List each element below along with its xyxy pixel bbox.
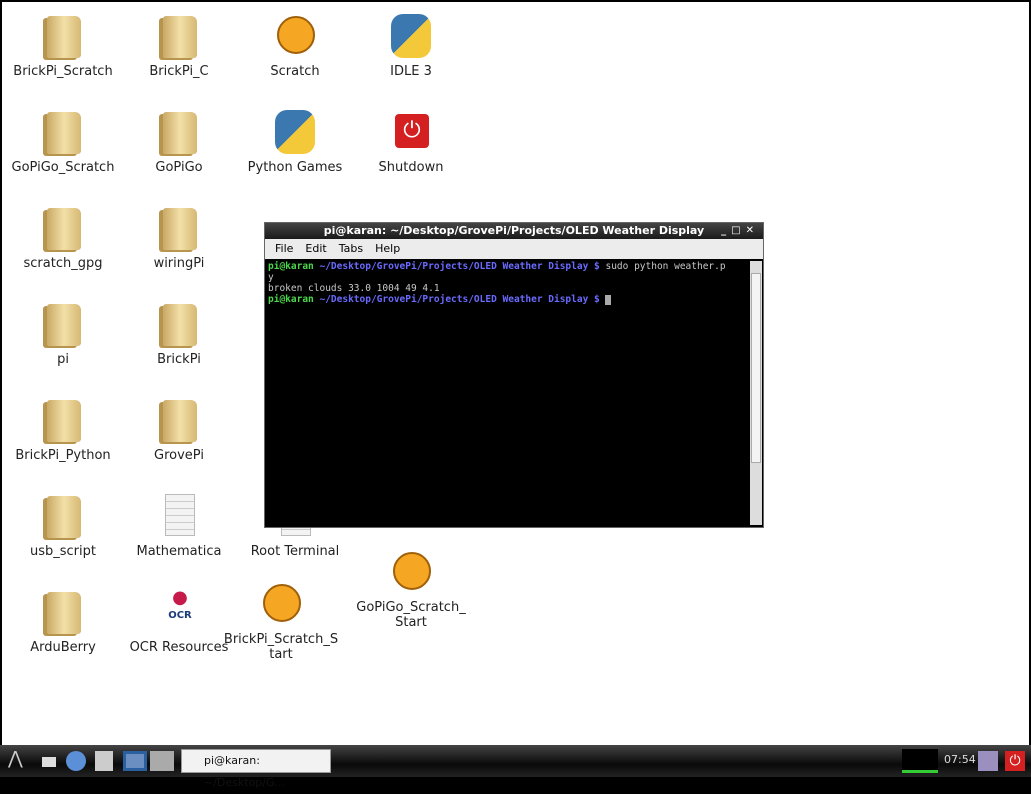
scratch-cat-icon	[393, 552, 431, 590]
folder-icon	[163, 304, 197, 346]
icon-label: Python Games	[247, 160, 343, 175]
desktop-icon[interactable]: BrickPi_C	[121, 12, 237, 79]
desktop-icon[interactable]: scratch_gpg	[5, 204, 121, 271]
icon-label: wiringPi	[153, 256, 205, 271]
menu-launcher-icon[interactable]: ⋀	[8, 748, 34, 769]
desktop-icon[interactable]: pi	[5, 300, 121, 367]
window-switch-icon[interactable]	[95, 751, 113, 771]
icon-label: GoPiGo_Scratch	[11, 160, 115, 175]
icon-label: BrickPi_Python	[15, 448, 111, 463]
icon-label: IDLE 3	[390, 64, 432, 79]
desktop-icon[interactable]: GrovePi	[121, 396, 237, 463]
scrollbar[interactable]	[750, 261, 762, 525]
terminal-output[interactable]: pi@karan ~/Desktop/GrovePi/Projects/OLED…	[267, 261, 749, 525]
lock-screen-icon[interactable]	[978, 751, 998, 771]
desktop-icon[interactable]: ● OCR OCR Resources	[121, 588, 237, 656]
folder-icon	[47, 400, 81, 442]
desktop-icon[interactable]: Scratch	[237, 12, 353, 79]
python-icon	[275, 110, 315, 154]
folder-icon	[163, 400, 197, 442]
icon-label: pi	[57, 352, 69, 367]
icon-label: GoPiGo	[155, 160, 203, 175]
folder-icon	[47, 112, 81, 154]
icon-label: BrickPi_Scratch_Start	[223, 632, 339, 662]
desktop-icon[interactable]: BrickPi_Python	[5, 396, 121, 463]
menu-bar: File Edit Tabs Help	[265, 239, 763, 259]
icon-label: Scratch	[270, 64, 320, 79]
icon-label: scratch_gpg	[23, 256, 103, 271]
icon-label: Shutdown	[378, 160, 444, 175]
scroll-thumb[interactable]	[751, 273, 761, 463]
menu-help[interactable]: Help	[375, 242, 400, 255]
folder-icon	[47, 16, 81, 58]
desktop-icon[interactable]: GoPiGo_Scratch_Start	[353, 548, 469, 630]
icon-label: BrickPi_Scratch	[13, 64, 113, 79]
desktop-icon[interactable]: Mathematica	[121, 492, 237, 559]
cursor	[605, 294, 612, 305]
folder-icon	[47, 304, 81, 346]
taskbar-item-terminal[interactable]: pi@karan: ~/Desktop/G...	[181, 749, 331, 789]
icon-label: ArduBerry	[30, 640, 96, 655]
icon-label: GoPiGo_Scratch_Start	[356, 600, 466, 630]
desktop-icon[interactable]: ⏻ Shutdown	[353, 108, 469, 175]
desktop-icon[interactable]: wiringPi	[121, 204, 237, 271]
icon-label: Mathematica	[136, 544, 222, 559]
window-controls[interactable]: _□✕	[721, 223, 759, 239]
folder-icon	[163, 112, 197, 154]
folder-icon	[163, 16, 197, 58]
icon-label: BrickPi	[157, 352, 201, 367]
clock[interactable]: 07:54	[944, 753, 976, 766]
prompt-path: ~/Desktop/GrovePi/Projects/OLED Weather …	[313, 261, 600, 272]
desktop-icon[interactable]: BrickPi	[121, 300, 237, 367]
folder-icon	[47, 592, 81, 634]
terminal-window[interactable]: pi@karan: ~/Desktop/GrovePi/Projects/OLE…	[264, 222, 764, 528]
browser-icon[interactable]	[66, 751, 86, 771]
desktop-icon[interactable]: BrickPi_Scratch	[5, 12, 121, 79]
desktop-icon[interactable]: GoPiGo_Scratch	[5, 108, 121, 175]
folder-icon	[47, 208, 81, 250]
desktop-icon[interactable]: GoPiGo	[121, 108, 237, 175]
cpu-monitor	[902, 749, 938, 773]
folder-icon	[47, 496, 81, 538]
prompt-user: pi@karan	[268, 294, 314, 305]
window-title: pi@karan: ~/Desktop/GrovePi/Projects/OLE…	[323, 224, 705, 237]
python-icon	[391, 14, 431, 58]
power-icon: ⏻	[395, 114, 429, 148]
desktop-icon[interactable]: BrickPi_Scratch_Start	[223, 580, 339, 662]
icon-label: Root Terminal	[250, 544, 340, 559]
desktop-2-icon[interactable]	[150, 751, 174, 771]
menu-tabs[interactable]: Tabs	[339, 242, 363, 255]
menu-edit[interactable]: Edit	[305, 242, 326, 255]
prompt-path: ~/Desktop/GrovePi/Projects/OLED Weather …	[313, 294, 600, 305]
scratch-cat-icon	[263, 584, 301, 622]
file-manager-icon[interactable]	[42, 757, 56, 767]
document-icon	[165, 494, 195, 536]
output-line: broken clouds 33.0 1004 49 4.1	[268, 283, 440, 294]
desktop-icon[interactable]: usb_script	[5, 492, 121, 559]
icon-label: GrovePi	[154, 448, 204, 463]
title-bar[interactable]: pi@karan: ~/Desktop/GrovePi/Projects/OLE…	[265, 223, 763, 239]
desktop-icon[interactable]: ArduBerry	[5, 588, 121, 655]
raspberry-ocr-icon: ● OCR	[165, 589, 195, 632]
icon-label: BrickPi_C	[149, 64, 209, 79]
desktop-icon[interactable]: Python Games	[237, 108, 353, 175]
icon-label: usb_script	[30, 544, 96, 559]
prompt-user: pi@karan	[268, 261, 314, 272]
desktop-1-icon[interactable]	[123, 751, 147, 771]
desktop-icon[interactable]: IDLE 3	[353, 12, 469, 79]
folder-icon	[163, 208, 197, 250]
menu-file[interactable]: File	[275, 242, 293, 255]
task-label: pi@karan: ~/Desktop/G...	[204, 754, 286, 789]
taskbar: ⋀ pi@karan: ~/Desktop/G... 07:54 ⏻	[0, 745, 1031, 789]
icon-label: OCR Resources	[129, 640, 229, 655]
scratch-cat-icon	[277, 16, 315, 54]
logout-power-icon[interactable]: ⏻	[1005, 751, 1025, 771]
